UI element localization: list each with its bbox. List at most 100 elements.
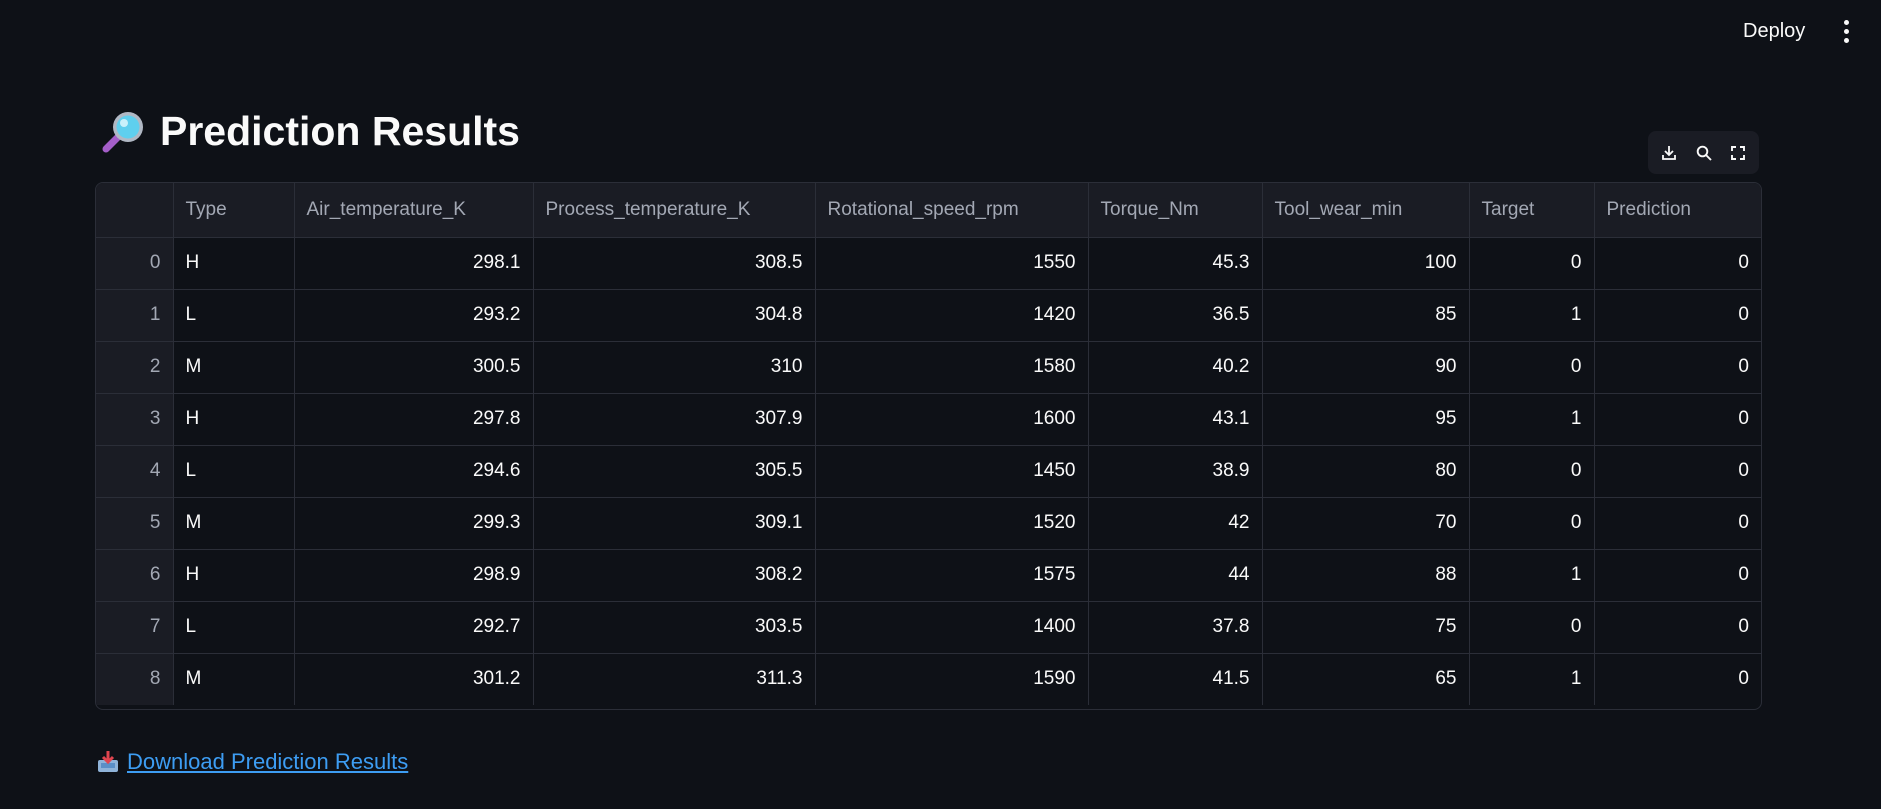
search-icon[interactable] xyxy=(1691,140,1717,166)
table-cell[interactable]: 100 xyxy=(1262,237,1470,290)
download-link-label[interactable]: Download Prediction Results xyxy=(127,749,408,775)
table-cell[interactable]: H xyxy=(173,393,295,446)
table-cell[interactable]: 0 xyxy=(1594,237,1761,290)
table-cell[interactable]: 0 xyxy=(1594,497,1761,550)
table-cell[interactable]: 1 xyxy=(1469,653,1595,705)
table-row[interactable]: 4 L 294.6 305.5 1450 38.9 80 0 0 xyxy=(96,445,1761,498)
table-cell[interactable]: 0 xyxy=(1469,497,1595,550)
kebab-menu-icon[interactable] xyxy=(1834,18,1858,44)
table-cell[interactable]: L xyxy=(173,289,295,342)
table-cell[interactable]: 311.3 xyxy=(533,653,816,705)
table-cell[interactable]: 1 xyxy=(1469,393,1595,446)
table-cell[interactable]: 1420 xyxy=(815,289,1089,342)
table-cell[interactable]: 0 xyxy=(1594,341,1761,394)
table-cell[interactable]: 42 xyxy=(1088,497,1263,550)
row-index[interactable]: 6 xyxy=(96,549,174,602)
row-index[interactable]: 1 xyxy=(96,289,174,342)
table-cell[interactable]: 0 xyxy=(1469,237,1595,290)
table-cell[interactable]: 294.6 xyxy=(294,445,534,498)
table-row[interactable]: 3 H 297.8 307.9 1600 43.1 95 1 0 xyxy=(96,393,1761,446)
table-row[interactable]: 5 M 299.3 309.1 1520 42 70 0 0 xyxy=(96,497,1761,550)
table-cell[interactable]: 1450 xyxy=(815,445,1089,498)
table-cell[interactable]: 299.3 xyxy=(294,497,534,550)
table-cell[interactable]: M xyxy=(173,341,295,394)
table-cell[interactable]: H xyxy=(173,237,295,290)
row-index[interactable]: 8 xyxy=(96,653,174,705)
table-cell[interactable]: 309.1 xyxy=(533,497,816,550)
table-cell[interactable]: 90 xyxy=(1262,341,1470,394)
table-cell[interactable]: 1 xyxy=(1469,549,1595,602)
table-cell[interactable]: 80 xyxy=(1262,445,1470,498)
table-cell[interactable]: 0 xyxy=(1594,549,1761,602)
table-cell[interactable]: 303.5 xyxy=(533,601,816,654)
table-cell[interactable]: 1400 xyxy=(815,601,1089,654)
table-cell[interactable]: 40.2 xyxy=(1088,341,1263,394)
table-cell[interactable]: 1580 xyxy=(815,341,1089,394)
row-index[interactable]: 7 xyxy=(96,601,174,654)
table-cell[interactable]: 95 xyxy=(1262,393,1470,446)
table-cell[interactable]: 0 xyxy=(1469,341,1595,394)
table-cell[interactable]: 65 xyxy=(1262,653,1470,705)
table-cell[interactable]: H xyxy=(173,549,295,602)
table-cell[interactable]: 307.9 xyxy=(533,393,816,446)
table-cell[interactable]: 43.1 xyxy=(1088,393,1263,446)
table-cell[interactable]: 0 xyxy=(1594,289,1761,342)
table-cell[interactable]: 1600 xyxy=(815,393,1089,446)
table-cell[interactable]: 298.9 xyxy=(294,549,534,602)
table-cell[interactable]: L xyxy=(173,445,295,498)
table-cell[interactable]: 0 xyxy=(1594,393,1761,446)
table-cell[interactable]: 75 xyxy=(1262,601,1470,654)
table-cell[interactable]: 70 xyxy=(1262,497,1470,550)
column-header[interactable]: Torque_Nm xyxy=(1088,183,1263,238)
table-cell[interactable]: 293.2 xyxy=(294,289,534,342)
table-cell[interactable]: 305.5 xyxy=(533,445,816,498)
table-cell[interactable]: 292.7 xyxy=(294,601,534,654)
download-icon[interactable] xyxy=(1656,140,1682,166)
table-row[interactable]: 6 H 298.9 308.2 1575 44 88 1 0 xyxy=(96,549,1761,602)
table-cell[interactable]: 297.8 xyxy=(294,393,534,446)
table-cell[interactable]: 0 xyxy=(1594,653,1761,705)
column-header[interactable]: Prediction xyxy=(1594,183,1761,238)
table-cell[interactable]: 0 xyxy=(1469,445,1595,498)
table-cell[interactable]: 300.5 xyxy=(294,341,534,394)
index-header[interactable] xyxy=(96,183,174,238)
table-cell[interactable]: 44 xyxy=(1088,549,1263,602)
table-cell[interactable]: 1550 xyxy=(815,237,1089,290)
table-cell[interactable]: 0 xyxy=(1469,601,1595,654)
column-header[interactable]: Air_temperature_K xyxy=(294,183,534,238)
table-cell[interactable]: 38.9 xyxy=(1088,445,1263,498)
deploy-button[interactable]: Deploy xyxy=(1731,17,1817,45)
data-table[interactable]: Type Air_temperature_K Process_temperature… xyxy=(95,182,1762,710)
table-cell[interactable]: 0 xyxy=(1594,601,1761,654)
download-link[interactable]: Download Prediction Results xyxy=(95,749,408,775)
table-cell[interactable]: 36.5 xyxy=(1088,289,1263,342)
column-header[interactable]: Process_temperature_K xyxy=(533,183,816,238)
table-cell[interactable]: M xyxy=(173,497,295,550)
row-index[interactable]: 0 xyxy=(96,237,174,290)
table-cell[interactable]: 308.2 xyxy=(533,549,816,602)
table-cell[interactable]: 45.3 xyxy=(1088,237,1263,290)
table-cell[interactable]: 0 xyxy=(1594,445,1761,498)
table-cell[interactable]: 308.5 xyxy=(533,237,816,290)
column-header[interactable]: Rotational_speed_rpm xyxy=(815,183,1089,238)
column-header[interactable]: Target xyxy=(1469,183,1595,238)
table-cell[interactable]: 1 xyxy=(1469,289,1595,342)
table-row[interactable]: 0 H 298.1 308.5 1550 45.3 100 0 0 xyxy=(96,237,1761,290)
table-cell[interactable]: 304.8 xyxy=(533,289,816,342)
table-cell[interactable]: 1520 xyxy=(815,497,1089,550)
table-row[interactable]: 1 L 293.2 304.8 1420 36.5 85 1 0 xyxy=(96,289,1761,342)
table-cell[interactable]: 37.8 xyxy=(1088,601,1263,654)
fullscreen-icon[interactable] xyxy=(1725,140,1751,166)
row-index[interactable]: 4 xyxy=(96,445,174,498)
table-cell[interactable]: 85 xyxy=(1262,289,1470,342)
table-row[interactable]: 7 L 292.7 303.5 1400 37.8 75 0 0 xyxy=(96,601,1761,654)
table-cell[interactable]: 310 xyxy=(533,341,816,394)
table-cell[interactable]: 1590 xyxy=(815,653,1089,705)
row-index[interactable]: 2 xyxy=(96,341,174,394)
table-cell[interactable]: 298.1 xyxy=(294,237,534,290)
row-index[interactable]: 5 xyxy=(96,497,174,550)
table-cell[interactable]: M xyxy=(173,653,295,705)
table-row[interactable]: 2 M 300.5 310 1580 40.2 90 0 0 xyxy=(96,341,1761,394)
table-cell[interactable]: 1575 xyxy=(815,549,1089,602)
table-cell[interactable]: 88 xyxy=(1262,549,1470,602)
